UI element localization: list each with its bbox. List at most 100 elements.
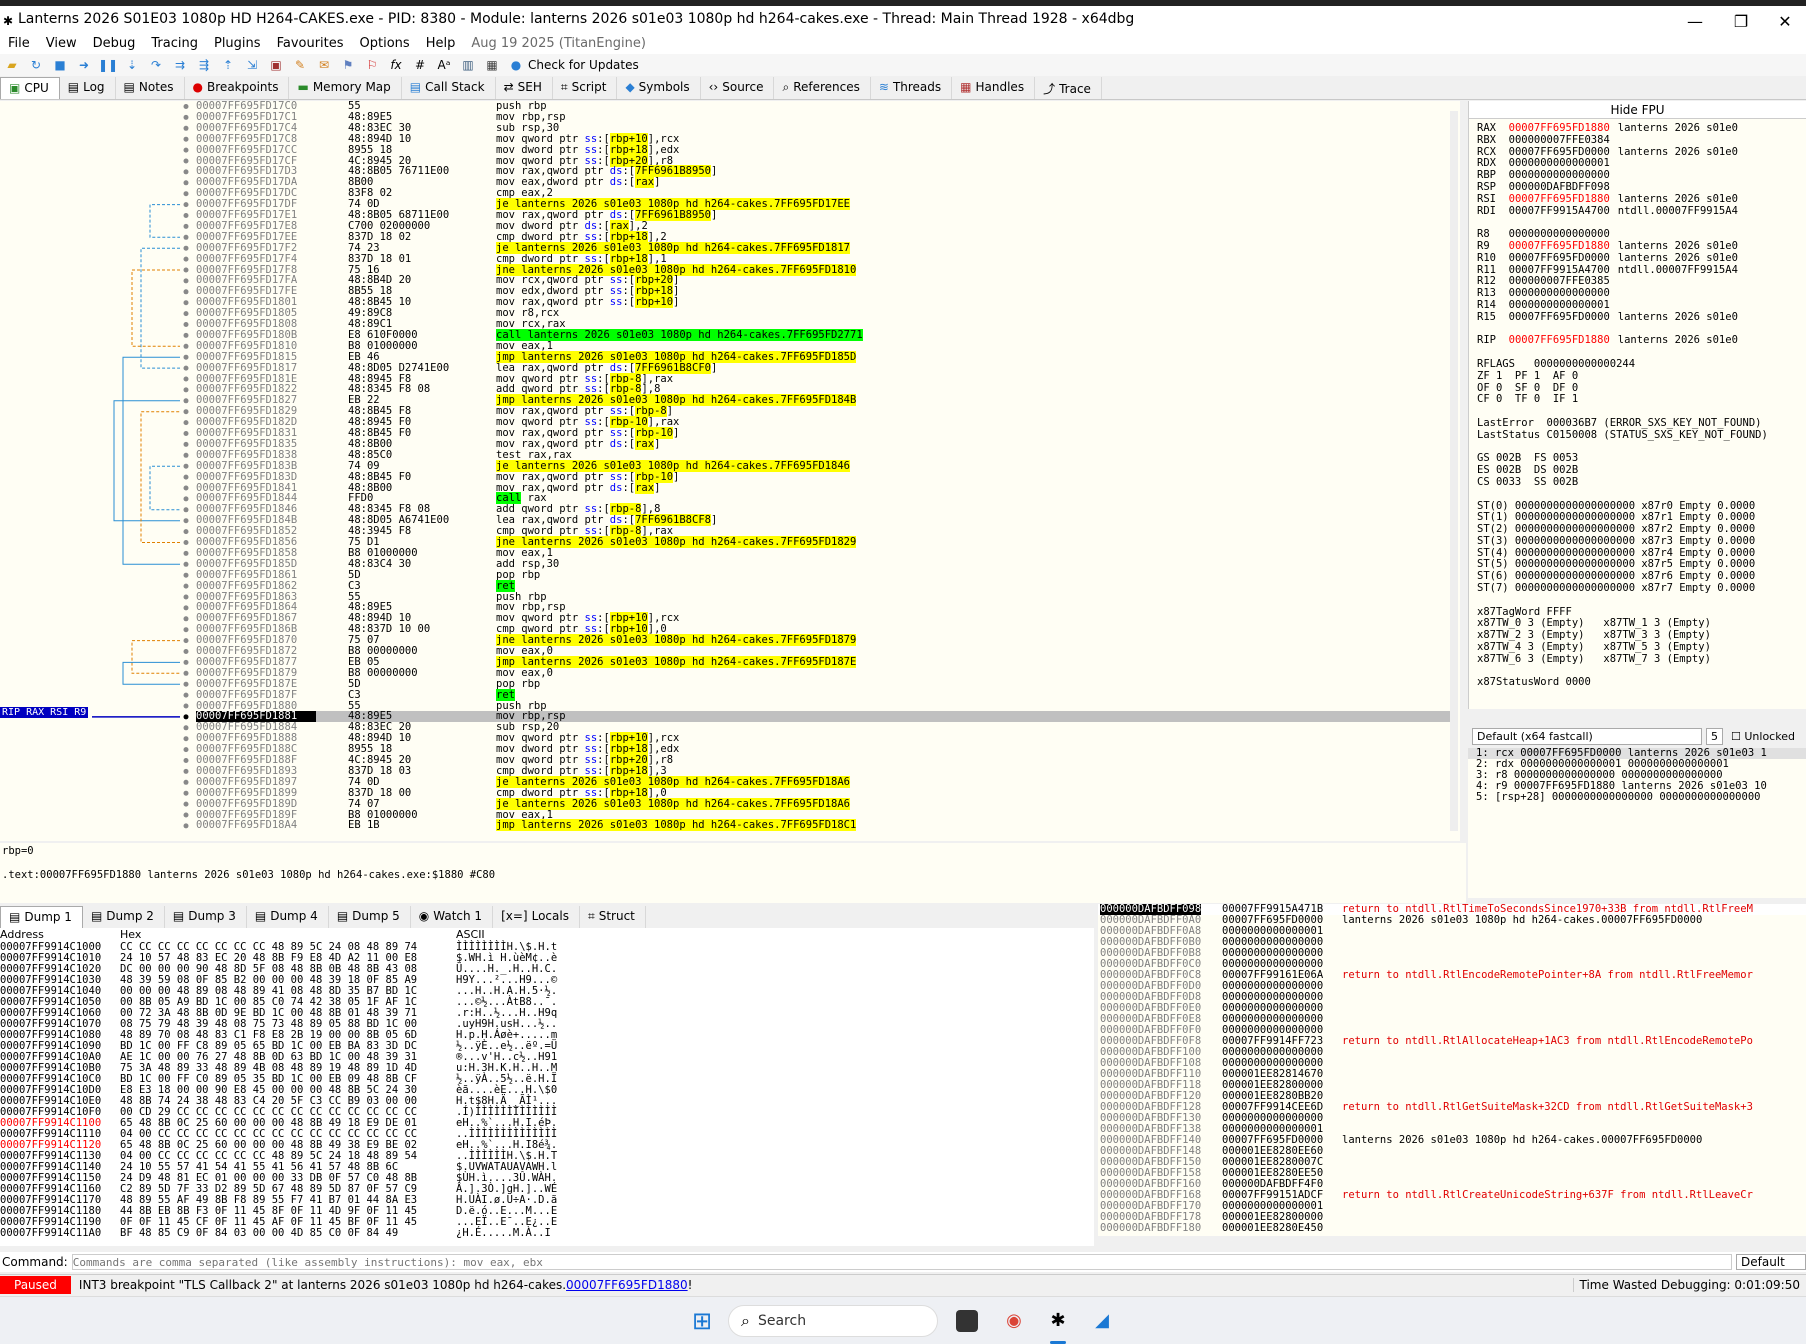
hex-dump-panel[interactable]: Address Hex ASCII 00007FF9914C1000 CC CC … (0, 928, 1094, 1246)
stack-panel[interactable]: 000000DAFBDFF098 00007FF9915A471B return t… (1098, 904, 1806, 1236)
stack-row[interactable]: 000000DAFBDFF130 0000000000000000 (1098, 1113, 1806, 1124)
step-over-icon[interactable]: ↷ (146, 57, 166, 73)
tab-source[interactable]: ‹› Source (701, 77, 775, 99)
breakpoint-dot[interactable] (183, 431, 189, 436)
stack-row[interactable]: 000000DAFBDFF110 000001EE82814670 (1098, 1069, 1806, 1080)
tab-trace[interactable]: ⤴ Trace (1035, 77, 1102, 99)
trace-over-icon[interactable]: ⇶ (194, 57, 214, 73)
breakpoint-dot[interactable] (183, 496, 189, 502)
breakpoint-dot[interactable] (183, 343, 189, 349)
menu-help[interactable]: Help (418, 36, 464, 51)
disasm-row[interactable]: 00007FF695FD189D 74 07 je lanterns 2026 s0… (196, 797, 1456, 810)
breakpoint-dot[interactable] (183, 441, 189, 447)
breakpoint-dot[interactable] (183, 169, 189, 175)
disasm-row[interactable]: 00007FF695FD187E 5D pop rbp (196, 678, 1456, 690)
breakpoint-dot[interactable] (183, 627, 189, 633)
breakpoint-dot[interactable] (183, 561, 189, 567)
disasm-row[interactable]: 00007FF695FD187F C3 ret (196, 688, 1456, 701)
breakpoint-dot[interactable] (183, 223, 189, 229)
breakpoint-dot[interactable] (183, 452, 189, 458)
breakpoint-dot[interactable] (183, 136, 189, 142)
disasm-row[interactable]: 00007FF695FD18A4 EB 1B jmp lanterns 2026 s… (196, 819, 1456, 832)
register-line[interactable] (1469, 489, 1806, 501)
tab-threads[interactable]: ≋ Threads (871, 77, 953, 99)
disasm-row[interactable]: 00007FF695FD1841 48:8B00 mov rax,qword ptr… (196, 481, 1456, 494)
menu-options[interactable]: Options (352, 36, 418, 51)
breakpoint-dot[interactable] (183, 572, 189, 578)
arg-count-spinner[interactable]: 5 (1706, 727, 1723, 745)
breakpoint-dot[interactable] (183, 125, 189, 131)
register-line[interactable]: x87TW_6 3 (Empty) x87TW_7 3 (Empty) (1469, 653, 1806, 666)
stack-row[interactable]: 000000DAFBDFF140 00007FF695FD0000 lanterns… (1098, 1135, 1806, 1146)
breakpoint-dot[interactable] (183, 376, 189, 382)
stack-row[interactable]: 000000DAFBDFF150 000001EE8280007C (1098, 1157, 1806, 1168)
breakpoint-dot[interactable] (183, 605, 189, 611)
menu-view[interactable]: View (38, 36, 85, 51)
hide-fpu-button[interactable]: Hide FPU (1469, 101, 1806, 119)
breakpoint-dot[interactable] (183, 670, 189, 676)
windows-start-icon[interactable]: ⊞ (688, 1307, 716, 1335)
breakpoint-dot[interactable] (183, 703, 189, 709)
step-into-icon[interactable]: ⇣ (122, 57, 142, 73)
disasm-row[interactable]: 00007FF695FD17F4 837D 18 01 cmp dword ptr … (196, 252, 1456, 265)
disassembly-list[interactable]: 00007FF695FD17C0 55 push rbp 00007FF695FD17… (196, 101, 1456, 841)
breakpoint-dot[interactable] (183, 256, 189, 262)
stack-row[interactable]: 000000DAFBDFF118 000001EE82800000 (1098, 1080, 1806, 1091)
tab-dump-4[interactable]: ▤ Dump 4 (247, 906, 329, 928)
breakpoint-dot[interactable] (183, 638, 189, 644)
tab-locals[interactable]: [x=] Locals (493, 906, 580, 928)
tab-call-stack[interactable]: ▤ Call Stack (402, 77, 496, 99)
dump-row[interactable]: 00007FF9914C11A0 BF 48 85 C9 0F 84 03 00 … (0, 1228, 1094, 1239)
tab-log[interactable]: ▤ Log (60, 77, 116, 99)
stack-row[interactable]: 000000DAFBDFF108 0000000000000000 (1098, 1058, 1806, 1069)
breakpoint-dot[interactable] (183, 311, 189, 317)
taskbar-search[interactable]: ⌕ Search (728, 1305, 938, 1337)
patch-icon[interactable]: ✎ (290, 57, 310, 73)
restore-button[interactable]: ❐ (1718, 10, 1764, 34)
stack-row[interactable]: 000000DAFBDFF148 000001EE8280EE60 (1098, 1146, 1806, 1157)
run-icon[interactable]: ➜ (74, 57, 94, 73)
breakpoint-dot[interactable] (183, 289, 189, 295)
breakpoint-dot[interactable] (183, 332, 189, 338)
disassembly-panel[interactable]: RIP RAX RSI R9 00007FF695FD17C0 55 push rb… (0, 101, 1460, 841)
breakpoint-dot[interactable] (183, 180, 189, 186)
stack-row[interactable]: 000000DAFBDFF170 0000000000000001 (1098, 1201, 1806, 1212)
breakpoint-dot[interactable] (183, 790, 189, 796)
register-line[interactable]: R15 00007FF695FD0000 lanterns 2026 s01e0 (1469, 311, 1806, 324)
breakpoint-dot[interactable] (183, 365, 189, 371)
breakpoint-dot[interactable] (183, 692, 189, 698)
breakpoint-dot[interactable] (183, 540, 189, 545)
register-line[interactable]: x87StatusWord 0000 (1469, 677, 1806, 689)
register-line[interactable]: ST(3) 0000000000000000000 x87r3 Empty 0.… (1469, 535, 1806, 548)
breakpoint-dot[interactable] (183, 474, 189, 480)
x64dbg-taskbar-icon[interactable]: ✱ (1044, 1307, 1072, 1335)
breakpoint-dot[interactable] (183, 659, 189, 665)
scylla-icon[interactable]: ▣ (266, 57, 286, 73)
breakpoint-dot[interactable] (183, 594, 189, 600)
disasm-row[interactable]: 00007FF695FD1879 B8 00000000 mov eax,0 (196, 667, 1456, 679)
stack-row[interactable]: 000000DAFBDFF0A0 00007FF695FD0000 lanterns… (1098, 915, 1806, 926)
breakpoint-dot[interactable] (183, 463, 189, 469)
chrome-icon[interactable]: ◉ (1000, 1307, 1028, 1335)
stack-row[interactable]: 000000DAFBDFF168 00007FF99151ADCF return t… (1098, 1190, 1806, 1201)
breakpoint-dot[interactable] (183, 114, 189, 120)
run-to-user-code-icon[interactable]: ⇲ (242, 57, 262, 73)
calling-convention-select[interactable]: Default (x64 fastcall) (1472, 727, 1702, 745)
breakpoint-dot[interactable] (183, 507, 189, 513)
tab-symbols[interactable]: ◆ Symbols (617, 77, 701, 99)
breakpoint-dot[interactable] (183, 768, 189, 774)
disasm-row[interactable]: 00007FF695FD1861 5D pop rbp (196, 569, 1456, 581)
tab-dump-5[interactable]: ▤ Dump 5 (329, 906, 411, 928)
disasm-row[interactable]: 00007FF695FD17D3 48:8B05 76711E00 mov rax,… (196, 165, 1456, 178)
breakpoint-dot[interactable] (183, 823, 189, 829)
menu-plugins[interactable]: Plugins (206, 36, 269, 51)
stack-row[interactable]: 000000DAFBDFF0C8 00007FF99161E06A return t… (1098, 970, 1806, 981)
unlocked-checkbox[interactable]: ☐ Unlocked (1731, 730, 1795, 743)
breakpoint-dot[interactable] (183, 485, 189, 491)
breakpoint-dot[interactable] (183, 583, 189, 589)
register-line[interactable]: RFLAGS 0000000000000244 (1469, 358, 1806, 371)
breakpoint-dot[interactable] (183, 322, 189, 327)
labels-icon[interactable]: ⚑ (338, 57, 358, 73)
menu-favourites[interactable]: Favourites (269, 36, 352, 51)
restart-icon[interactable]: ↻ (26, 57, 46, 73)
